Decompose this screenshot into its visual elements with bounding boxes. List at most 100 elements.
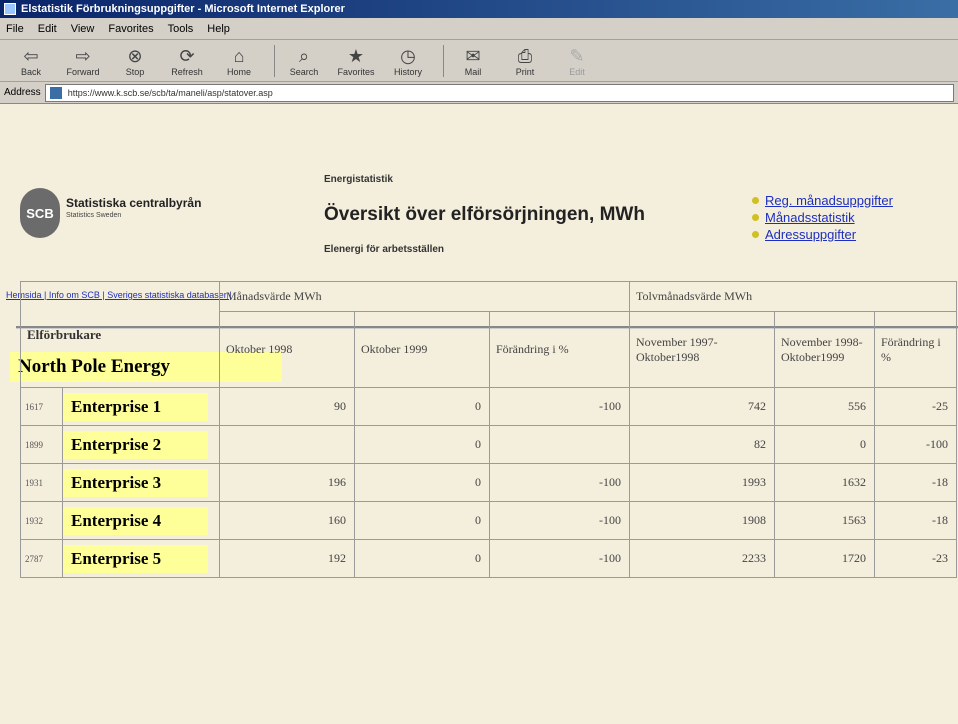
edit-icon: ✎ — [569, 45, 585, 66]
cell-monthly-change: -100 — [489, 501, 630, 540]
org-name: Statistiska centralbyrån — [66, 196, 202, 210]
manadsstatistik-link[interactable]: Månadsstatistik — [765, 210, 855, 225]
cell-oct-1999: 0 — [354, 425, 490, 464]
home-button[interactable]: ⌂ Home — [216, 45, 262, 77]
table-row: 1931 Enterprise 3 196 0 -100 1993 1632 -… — [20, 463, 957, 502]
col-header-oct-1999: Oktober 1999 — [354, 311, 490, 388]
enterprise-label: Enterprise 3 — [63, 469, 208, 497]
cell-oct-1998: 196 — [219, 463, 355, 502]
mail-icon: ✉ — [465, 45, 481, 66]
cell-twelve-change: -25 — [874, 387, 957, 426]
cell-nov97-oct98: 742 — [629, 387, 775, 426]
menu-favorites[interactable]: Favorites — [108, 23, 153, 35]
cell-twelve-change: -23 — [874, 539, 957, 578]
forward-button[interactable]: ⇨ Forward — [60, 45, 106, 77]
address-url: https://www.k.scb.se/scb/ta/maneli/asp/s… — [67, 87, 273, 98]
history-icon: ◷ — [400, 45, 416, 66]
edit-button[interactable]: ✎ Edit — [554, 45, 600, 77]
group-header-monthly: Månadsvärde MWh — [219, 281, 630, 312]
window-titlebar: Elstatistik Förbrukningsuppgifter - Micr… — [0, 0, 958, 18]
window-title: Elstatistik Förbrukningsuppgifter - Micr… — [21, 3, 345, 15]
cell-twelve-change: -18 — [874, 463, 957, 502]
cell-twelve-change: -100 — [874, 425, 957, 464]
enterprise-label: Enterprise 5 — [63, 545, 208, 573]
back-button[interactable]: ⇦ Back — [8, 45, 54, 77]
cell-nov98-oct99: 1632 — [774, 463, 875, 502]
table-row: 1617 Enterprise 1 90 0 -100 742 556 -25 — [20, 387, 957, 426]
address-input[interactable]: https://www.k.scb.se/scb/ta/maneli/asp/s… — [44, 83, 954, 102]
cell-monthly-change: -100 — [489, 539, 630, 578]
col-header-monthly-change: Förändring i % — [489, 311, 630, 388]
print-button[interactable]: ⎙ Print — [502, 45, 548, 77]
cell-nov98-oct99: 0 — [774, 425, 875, 464]
address-bar: Address https://www.k.scb.se/scb/ta/mane… — [0, 82, 958, 104]
reg-manadsuppgifter-link[interactable]: Reg. månadsuppgifter — [765, 193, 893, 208]
link-item: Adressuppgifter — [752, 226, 893, 243]
adressuppgifter-link[interactable]: Adressuppgifter — [765, 227, 856, 242]
cell-oct-1998 — [219, 425, 355, 464]
cell-nov98-oct99: 1720 — [774, 539, 875, 578]
menu-view[interactable]: View — [71, 23, 95, 35]
stop-button[interactable]: ⊗ Stop — [112, 45, 158, 77]
toolbar-separator — [274, 44, 275, 77]
cell-nov97-oct98: 2233 — [629, 539, 775, 578]
toolbar-separator — [443, 44, 444, 77]
favorites-button[interactable]: ★ Favorites — [333, 45, 379, 77]
col-header-nov98-oct99: November 1998-Oktober1999 — [774, 311, 875, 388]
menu-edit[interactable]: Edit — [38, 23, 57, 35]
stop-icon: ⊗ — [127, 45, 143, 66]
link-item: Månadsstatistik — [752, 209, 893, 226]
bullet-icon — [752, 214, 759, 221]
cell-oct-1999: 0 — [354, 463, 490, 502]
table-row: 1899 Enterprise 2 0 82 0 -100 — [20, 425, 957, 464]
cell-twelve-change: -18 — [874, 501, 957, 540]
page-subtitle: Elenergi för arbetsställen — [324, 244, 445, 255]
menu-help[interactable]: Help — [207, 23, 230, 35]
link-item: Reg. månadsuppgifter — [752, 192, 893, 209]
page-title: Översikt över elförsörjningen, MWh — [324, 204, 645, 225]
enterprise-label: Enterprise 4 — [63, 507, 208, 535]
refresh-icon: ⟳ — [179, 45, 195, 66]
ie-app-icon — [4, 3, 16, 15]
cell-oct-1999: 0 — [354, 501, 490, 540]
refresh-button[interactable]: ⟳ Refresh — [164, 45, 210, 77]
cell-oct-1998: 90 — [219, 387, 355, 426]
toolbar: ⇦ Back ⇨ Forward ⊗ Stop ⟳ Refresh ⌂ Home ⌕ Sea… — [0, 40, 958, 82]
cell-nov98-oct99: 1563 — [774, 501, 875, 540]
home-icon: ⌂ — [233, 45, 245, 66]
cell-nov97-oct98: 1908 — [629, 501, 775, 540]
row-id: 1617 — [20, 387, 63, 426]
enterprise-label: Enterprise 2 — [63, 431, 208, 459]
enterprise-label: Enterprise 1 — [63, 393, 208, 421]
mail-button[interactable]: ✉ Mail — [450, 45, 496, 77]
header-kicker: Energistatistik — [324, 174, 393, 185]
cell-oct-1999: 0 — [354, 387, 490, 426]
col-header-twelve-change: Förändring i % — [874, 311, 957, 388]
print-icon: ⎙ — [517, 45, 533, 66]
cell-nov97-oct98: 1993 — [629, 463, 775, 502]
menu-bar: File Edit View Favorites Tools Help — [0, 18, 958, 40]
row-id: 1932 — [20, 501, 63, 540]
group-header-twelve-month: Tolvmånadsvärde MWh — [629, 281, 957, 312]
menu-file[interactable]: File — [6, 23, 24, 35]
cell-oct-1999: 0 — [354, 539, 490, 578]
cell-monthly-change — [489, 425, 630, 464]
search-icon: ⌕ — [298, 45, 310, 66]
search-button[interactable]: ⌕ Search — [281, 45, 327, 77]
back-arrow-icon: ⇦ — [23, 45, 39, 66]
bullet-icon — [752, 197, 759, 204]
right-links: Reg. månadsuppgifter Månadsstatistik Adr… — [752, 192, 893, 243]
history-button[interactable]: ◷ History — [385, 45, 431, 77]
col-header-consumer: Elförbrukare — [20, 281, 220, 388]
scb-logo: SCB — [20, 188, 60, 238]
consumption-table: Elförbrukare Månadsvärde MWh Tolvmånadsv… — [20, 281, 957, 578]
row-id: 2787 — [20, 539, 63, 578]
forward-arrow-icon: ⇨ — [75, 45, 91, 66]
cell-oct-1998: 160 — [219, 501, 355, 540]
col-header-oct-1998: Oktober 1998 — [219, 311, 355, 388]
table-row: 2787 Enterprise 5 192 0 -100 2233 1720 -… — [20, 539, 957, 578]
cell-oct-1998: 192 — [219, 539, 355, 578]
menu-tools[interactable]: Tools — [168, 23, 194, 35]
favorites-icon: ★ — [347, 45, 365, 66]
bullet-icon — [752, 231, 759, 238]
